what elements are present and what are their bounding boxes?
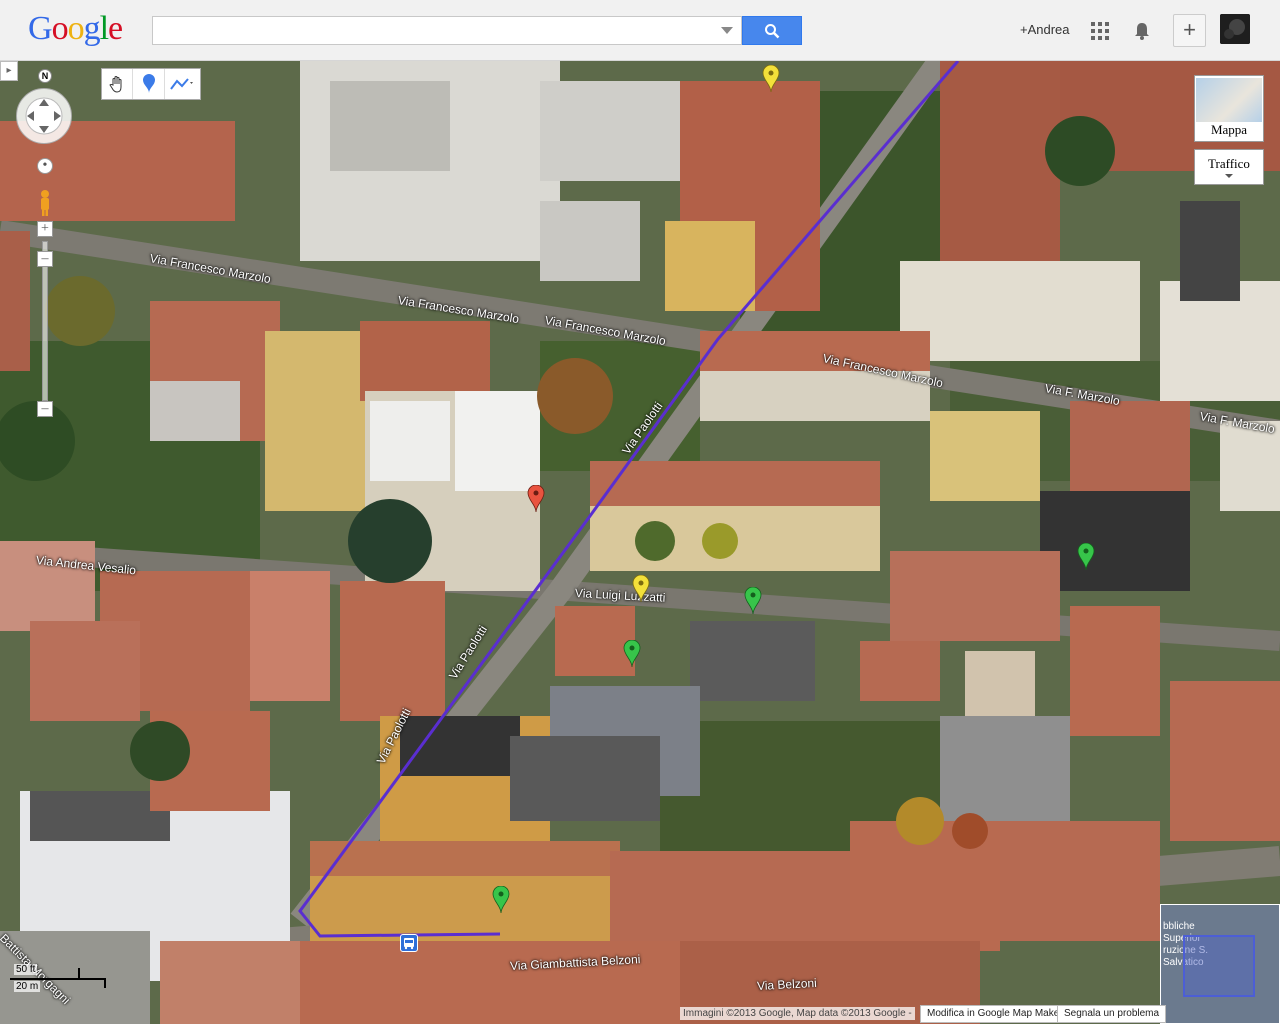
logo-letter: o [51, 10, 69, 47]
scale-bar: 50 ft 20 m [6, 964, 116, 996]
copyright-text: Immagini ©2013 Google, Map data ©2013 Go… [680, 1007, 915, 1020]
marker-pin[interactable] [527, 485, 545, 513]
overview-map[interactable]: bbliche Superior ruzione S. Salvatico [1160, 904, 1280, 1024]
google-logo[interactable]: Google [28, 10, 123, 48]
line-draw-icon [170, 78, 194, 90]
logo-letter: g [83, 10, 101, 47]
report-problem-link[interactable]: Segnala un problema [1057, 1005, 1167, 1023]
scale-tick [78, 968, 80, 978]
pegman-icon[interactable] [36, 189, 54, 217]
logo-letter: l [99, 10, 110, 47]
placemark-icon [142, 74, 155, 93]
map-maker-edit-link[interactable]: Modifica in Google Map Maker [920, 1005, 1070, 1023]
panel-toggle-button[interactable]: ▸ [0, 61, 18, 81]
chevron-down-icon [1225, 174, 1233, 178]
search-icon [765, 23, 780, 38]
avatar[interactable] [1220, 14, 1250, 44]
scale-tick [104, 978, 106, 988]
share-plus-button[interactable]: + [1173, 14, 1206, 47]
satellite-map[interactable]: Via Francesco Marzolo Via Francesco Marz… [0, 61, 1280, 1024]
map-type-label: Mappa [1210, 122, 1248, 137]
line-tool-button[interactable] [165, 69, 200, 99]
scale-bottom-label: 20 m [14, 981, 41, 992]
marker-pin[interactable] [1077, 543, 1095, 571]
marker-pin[interactable] [762, 65, 780, 93]
search-input[interactable] [153, 17, 713, 44]
compass-north-label: N [38, 69, 52, 83]
overview-viewport[interactable] [1183, 935, 1255, 997]
pan-arrows-icon [25, 97, 63, 135]
top-bar: Google +Andrea + [0, 0, 1280, 61]
pan-control[interactable] [16, 88, 72, 144]
bus-stop-icon[interactable] [400, 934, 418, 952]
street-view-toggle[interactable]: • [37, 158, 53, 174]
search-button[interactable] [742, 16, 802, 45]
scale-line [10, 978, 106, 980]
map-type-thumbnail [1196, 78, 1262, 122]
traffic-label: Traffico [1208, 156, 1250, 171]
drawing-toolbar [101, 68, 201, 100]
search-box [152, 16, 742, 45]
search-dropdown-icon[interactable] [721, 27, 733, 34]
scale-top-label: 50 ft [14, 964, 38, 975]
map-type-button[interactable]: Mappa [1194, 75, 1264, 142]
marker-pin[interactable] [623, 640, 641, 668]
logo-letter: e [108, 10, 123, 47]
marker-pin[interactable] [744, 587, 762, 615]
marker-pin[interactable] [632, 575, 650, 603]
traffic-layer-button[interactable]: Traffico [1194, 149, 1264, 185]
user-profile-link[interactable]: +Andrea [1020, 22, 1070, 37]
hand-tool-button[interactable] [102, 69, 134, 99]
zoom-out-button[interactable]: – [37, 401, 53, 417]
notifications-bell-icon[interactable] [1131, 20, 1153, 42]
zoom-in-button[interactable]: + [37, 221, 53, 237]
logo-letter: G [28, 10, 53, 47]
apps-grid-icon[interactable] [1091, 22, 1109, 40]
hand-icon [109, 76, 122, 93]
marker-tool-button[interactable] [133, 69, 165, 99]
logo-letter: o [67, 10, 85, 47]
zoom-slider-handle[interactable]: – [37, 251, 53, 267]
marker-pin[interactable] [492, 886, 510, 914]
